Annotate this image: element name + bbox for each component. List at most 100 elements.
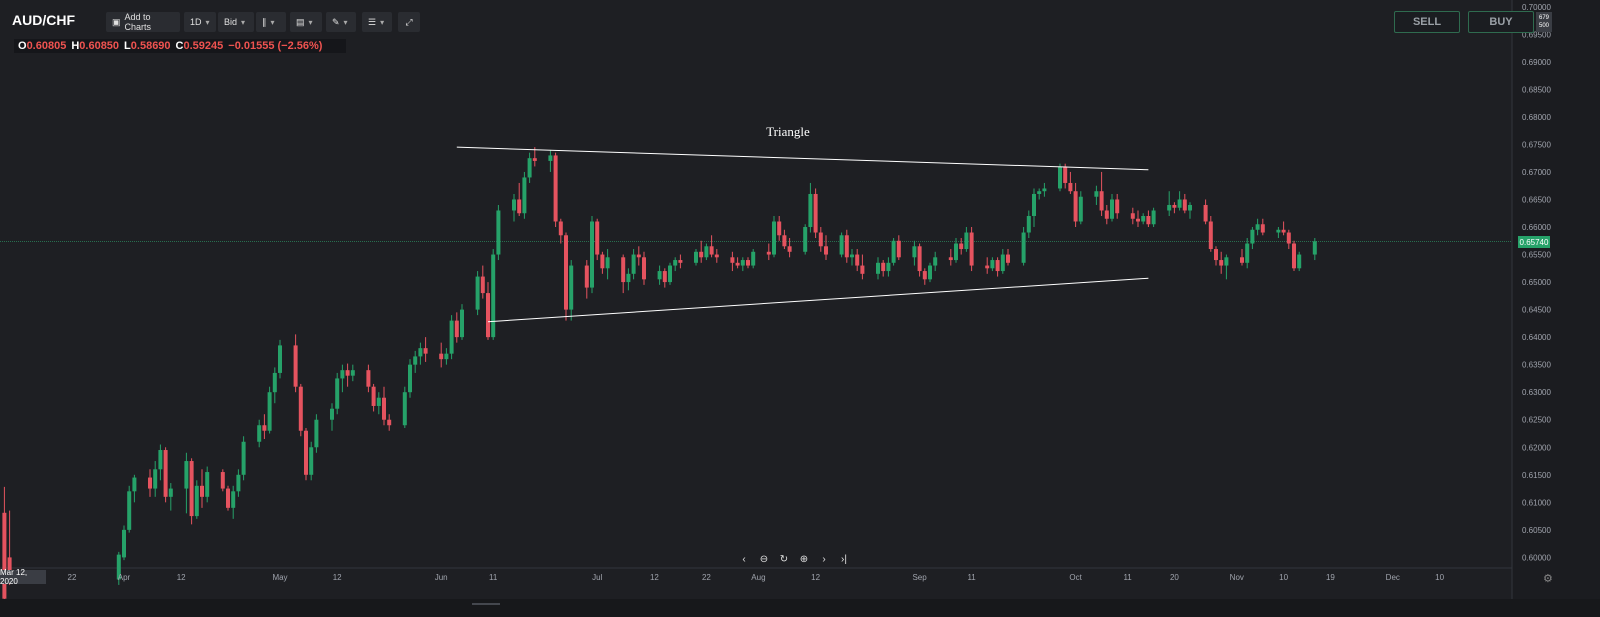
y-tick-label: 0.67000 [1522,168,1551,177]
candle-body [704,246,709,258]
close-value: 0.59245 [183,40,224,52]
x-tick-label: Aug [751,573,765,582]
candle-body [153,469,158,489]
candle-body [257,425,262,442]
candle-body [1094,191,1099,197]
candle-body [782,235,787,247]
candle-body [402,392,407,426]
candle-body [668,265,672,283]
gear-icon[interactable]: ⚙ [1543,572,1553,585]
chart-type-dropdown[interactable]: ∥ ▾ [256,12,286,32]
candle-body [205,472,210,497]
reset-button[interactable]: ↻ [776,551,792,567]
layers-icon: ☰ [368,16,377,27]
candle-body [1188,204,1192,211]
interval-label: 1D [190,17,202,27]
zoom-in-button[interactable]: ⊕ [796,551,812,567]
candle-body [1146,215,1151,225]
x-tick-label: 11 [489,573,498,582]
candle-body [387,419,392,426]
candle-body [512,199,516,211]
candle-body [1078,196,1083,222]
candle-body [1172,204,1177,208]
candle-body [642,257,646,280]
price-type-dropdown[interactable]: Bid ▾ [218,12,254,32]
price-chart[interactable]: Triangle 0.700000.695000.690000.685000.6… [0,0,1600,617]
indicators-dropdown[interactable]: ▤ ▾ [290,12,322,32]
candle-body [1292,243,1296,269]
candle-body [590,221,594,288]
candle-body [928,265,932,280]
candle-body [751,251,756,266]
candle-body [714,254,719,258]
y-tick-label: 0.68000 [1522,113,1551,122]
candle-body [621,257,626,283]
candle-body [1058,166,1062,189]
candle-body [200,485,204,497]
y-tick-label: 0.63000 [1522,388,1551,397]
trendline-upper [456,146,1149,171]
candle-body [959,243,964,250]
y-tick-label: 0.65000 [1522,278,1551,287]
candle-body [418,348,423,357]
x-tick-label: 10 [1435,573,1444,582]
candle-body [1250,229,1255,244]
candle-body [522,177,527,214]
horizontal-scrollbar[interactable] [0,599,1600,617]
candle-body [694,251,698,263]
candle-body [293,345,298,387]
y-tick-label: 0.64000 [1522,333,1551,342]
collapse-button[interactable]: ⤢ [398,12,420,32]
candle-body [1104,210,1109,219]
candle-body [189,461,194,517]
chevron-right-icon: › [822,553,826,565]
candle-body [824,246,828,255]
layers-dropdown[interactable]: ☰ ▾ [362,12,392,32]
candle-body [917,246,922,272]
candle-body [735,262,740,266]
candle-body [371,386,376,406]
y-tick-label: 0.62500 [1522,416,1551,425]
x-tick-label: Nov [1230,573,1244,582]
x-tick-label: Apr [118,573,131,582]
skip-to-end-icon: ›| [841,553,847,565]
x-tick-label: Sep [912,573,927,582]
candle-body [564,235,568,310]
candle-body [709,246,714,255]
buy-button[interactable]: BUY [1468,11,1534,33]
candle-body [995,260,1000,272]
y-tick-label: 0.67500 [1522,140,1551,149]
scrollbar-thumb[interactable] [472,603,500,605]
candle-body [626,273,631,283]
add-to-charts-button[interactable]: ▣ Add to Charts [106,12,180,32]
scroll-to-latest-button[interactable]: ›| [836,551,852,567]
chevron-down-icon: ▾ [343,17,348,27]
symbol-title[interactable]: AUD/CHF [12,12,75,28]
sell-button[interactable]: SELL [1394,11,1460,33]
candle-body [236,474,241,492]
candle-body [376,397,381,406]
x-tick-label: Oct [1069,573,1082,582]
y-tick-label: 0.63500 [1522,361,1551,370]
y-tick-label: 0.61500 [1522,471,1551,480]
candle-body [1063,166,1068,183]
scroll-left-button[interactable]: ‹ [736,551,752,567]
close-key: C [175,40,184,52]
candle-body [267,392,272,431]
drawing-tools-dropdown[interactable]: ✎ ▾ [326,12,356,32]
zoom-out-button[interactable]: ⊖ [756,551,772,567]
candle-body [876,262,880,274]
candlestick-icon: ∥ [262,16,267,27]
candle-body [184,461,189,489]
x-tick-label: 12 [333,573,342,582]
candle-body [413,356,418,365]
scroll-right-button[interactable]: › [816,551,832,567]
candle-body [163,450,168,497]
interval-dropdown[interactable]: 1D ▾ [184,12,216,32]
candle-body [1312,241,1317,255]
candle-body [605,257,610,269]
candle-body [340,370,345,379]
candle-body [657,271,662,280]
chart-navigation: ‹ ⊖ ↻ ⊕ › ›| [736,551,852,567]
triangle-annotation: Triangle [766,124,810,139]
